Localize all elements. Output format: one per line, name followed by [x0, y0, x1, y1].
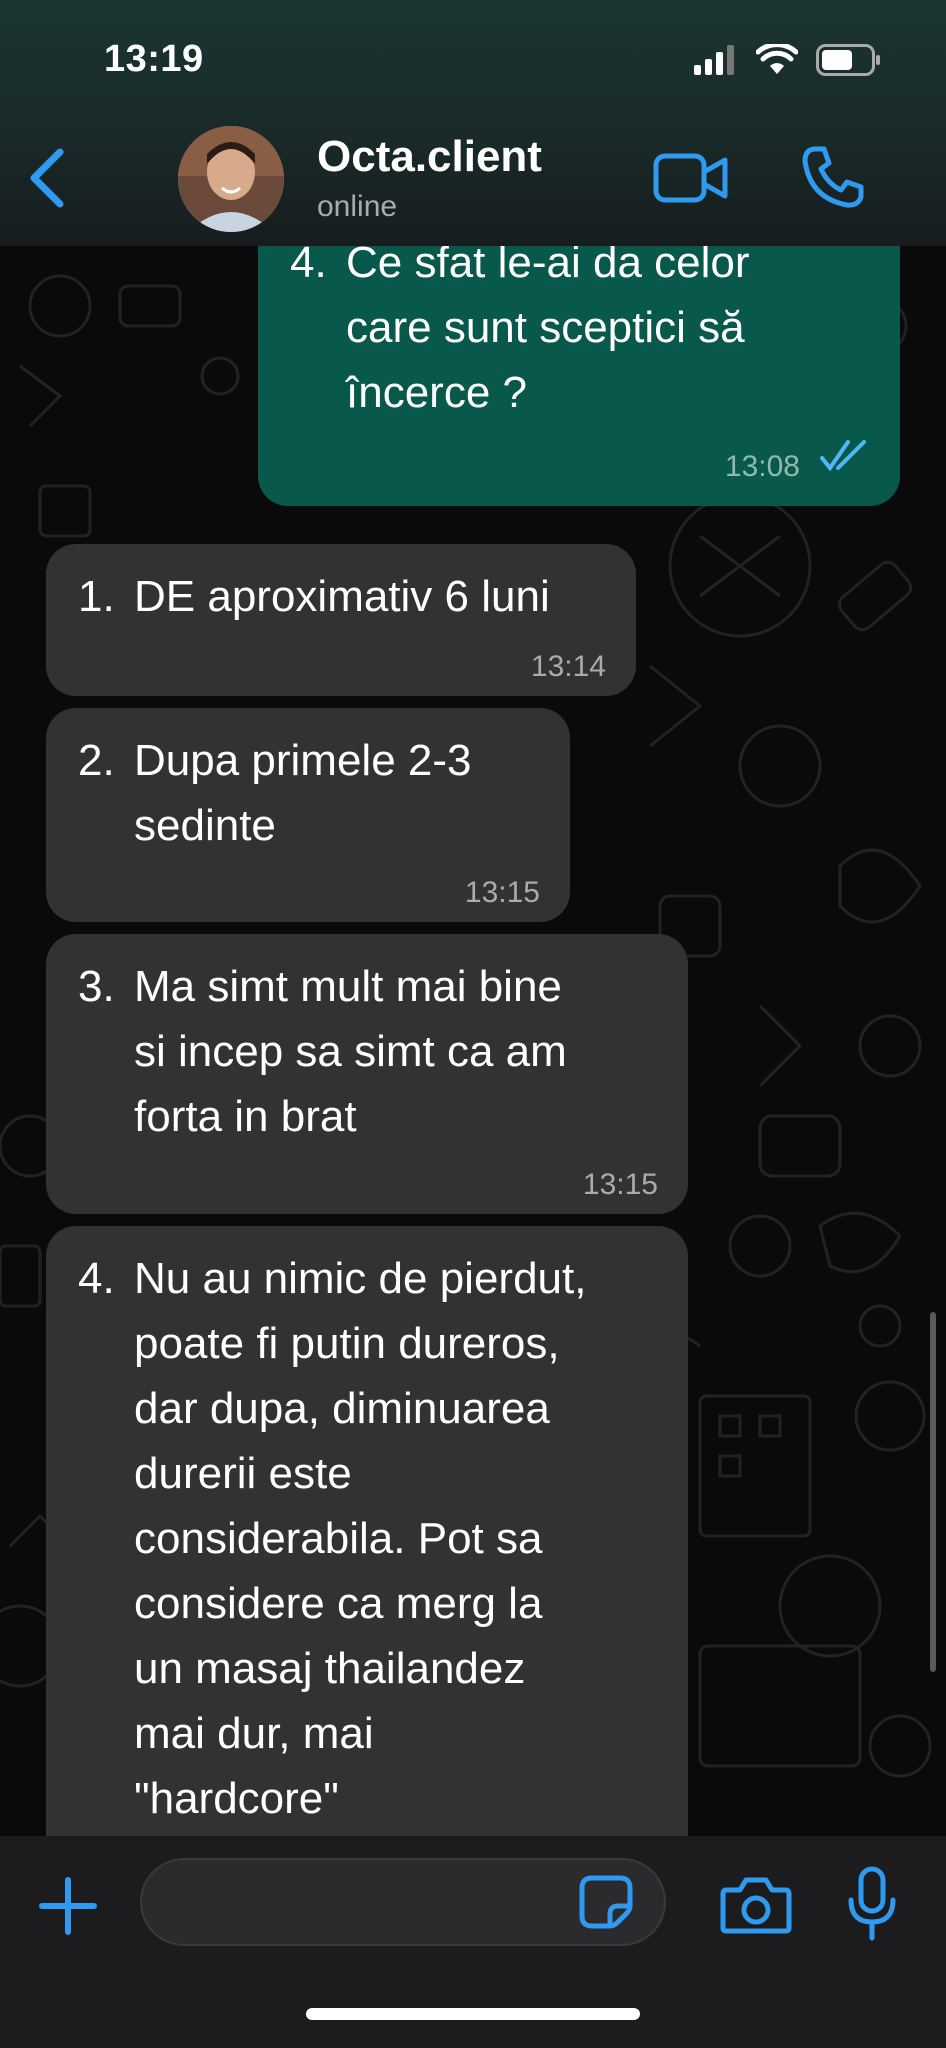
list-number: 2. [78, 736, 115, 785]
voice-call-button[interactable] [800, 144, 866, 210]
message-line: poate fi putin dureros, [134, 1319, 560, 1368]
status-time: 13:19 [104, 38, 204, 80]
message-line: încerce ? [346, 368, 527, 417]
status-icons [694, 44, 882, 76]
message-line: considere ca merg la [134, 1579, 543, 1628]
list-number: 4. [290, 246, 327, 287]
back-chevron-icon [30, 148, 64, 208]
voice-message-button[interactable] [846, 1866, 898, 1942]
signal-icon [694, 45, 734, 75]
message-line: 1. DE aproximativ 6 luni [78, 564, 606, 629]
back-button[interactable] [20, 146, 76, 210]
battery-icon [816, 44, 880, 76]
message-line: 4. Nu au nimic de pierdut, [78, 1246, 658, 1311]
message-line: 3. Ma simt mult mai bine [78, 954, 658, 1019]
message-input[interactable] [166, 1860, 570, 1946]
attach-button[interactable] [38, 1876, 98, 1936]
sticker-icon [579, 1875, 633, 1929]
camera-icon [720, 1877, 792, 1934]
camera-button[interactable] [720, 1876, 792, 1934]
sticker-button[interactable] [578, 1874, 634, 1930]
contact-avatar[interactable] [178, 126, 284, 232]
message-list[interactable]: 4. Ce sfat le-ai da celor care sunt scept… [0, 246, 946, 1836]
list-number: 1. [78, 572, 115, 621]
message-line: un masaj thailandez [134, 1644, 526, 1693]
message-time: 13:15 [464, 876, 540, 909]
composer-bar [0, 1836, 946, 2048]
message-time: 13:14 [530, 650, 606, 683]
message-time: 13:08 [724, 450, 800, 483]
contact-status: online [317, 190, 398, 223]
plus-icon [39, 1877, 97, 1935]
message-line: mai dur, mai [134, 1709, 374, 1758]
home-indicator[interactable] [306, 2008, 640, 2020]
message-line: si incep sa simt ca am [134, 1027, 567, 1076]
video-call-button[interactable] [653, 150, 729, 206]
phone-icon [802, 146, 864, 208]
message-line: considerabila. Pot sa [134, 1514, 543, 1563]
message-line: care sunt sceptici să [346, 303, 745, 352]
microphone-icon [848, 1866, 896, 1941]
message-line: 4. Ce sfat le-ai da celor [290, 246, 870, 295]
message-line: forta in brat [134, 1092, 357, 1141]
chat-header: 13:19 Octa.client online [0, 0, 946, 246]
message-line: "hardcore" [134, 1774, 339, 1823]
message-line: durerii este [134, 1449, 352, 1498]
avatar-photo [178, 126, 284, 232]
message-line: dar dupa, diminuarea [134, 1384, 550, 1433]
message-bubble-incoming[interactable]: 1. DE aproximativ 6 luni 13:14 [46, 544, 636, 696]
video-call-icon [653, 153, 728, 203]
contact-name[interactable]: Octa.client [317, 132, 542, 182]
message-bubble-incoming[interactable]: 3. Ma simt mult mai bine si incep sa simt… [46, 934, 688, 1214]
message-bubble-outgoing[interactable]: 4. Ce sfat le-ai da celor care sunt scept… [258, 246, 900, 506]
list-number: 4. [78, 1254, 115, 1303]
message-bubble-incoming[interactable]: 2. Dupa primele 2-3 sedinte 13:15 [46, 708, 570, 922]
list-number: 3. [78, 962, 115, 1011]
message-time: 13:15 [582, 1168, 658, 1201]
message-bubble-incoming[interactable]: 4. Nu au nimic de pierdut, poate fi putin… [46, 1226, 688, 1836]
wifi-icon [756, 44, 798, 74]
scrollbar[interactable] [930, 1312, 936, 1672]
read-ticks-icon [820, 440, 866, 472]
message-line: sedinte [134, 801, 276, 850]
message-line: 2. Dupa primele 2-3 [78, 728, 540, 793]
